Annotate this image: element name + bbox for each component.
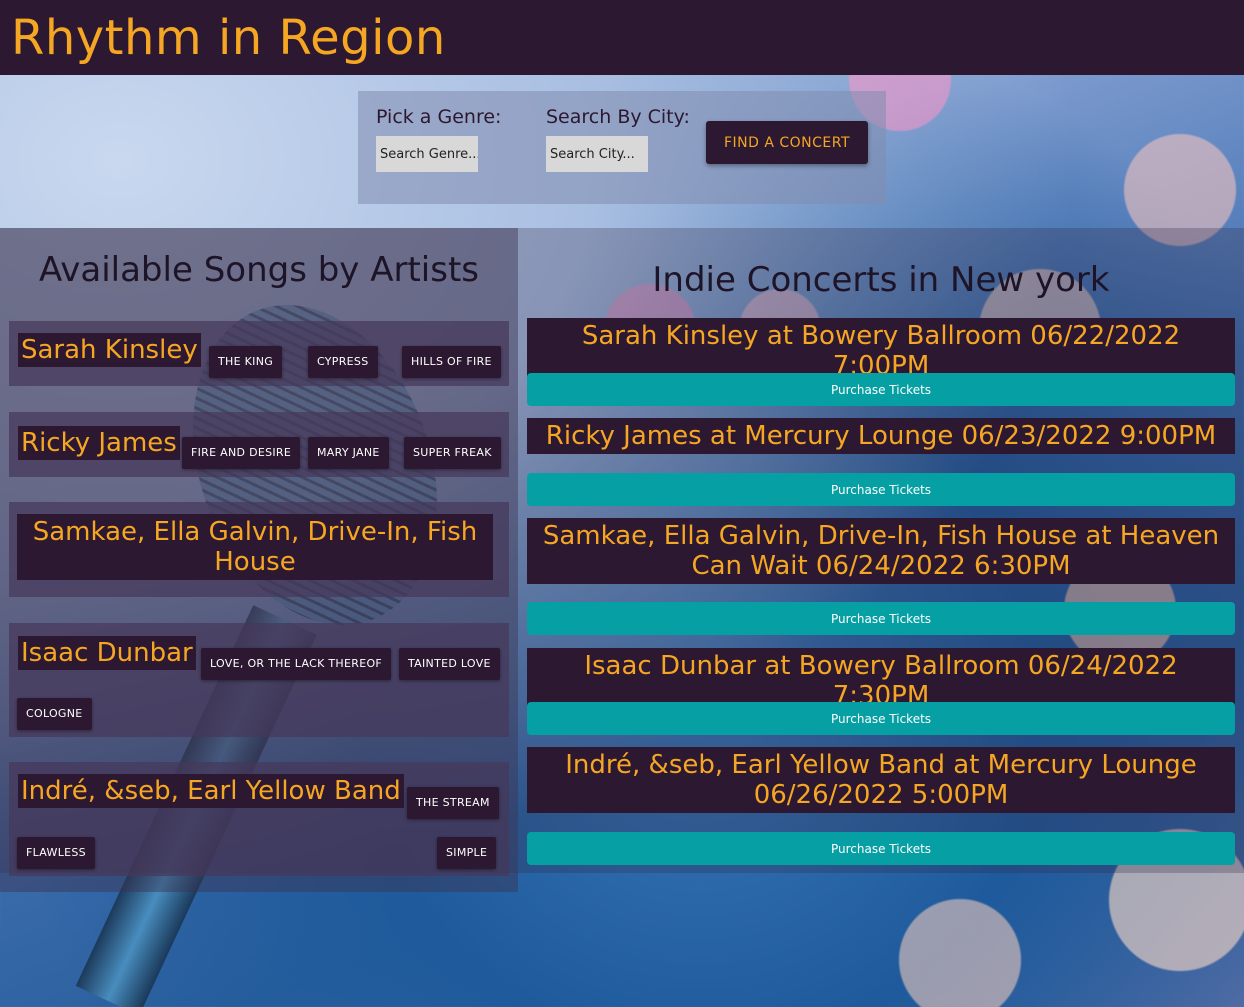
concert-title: Ricky James at Mercury Lounge 06/23/2022… [527,418,1235,454]
purchase-tickets-button[interactable]: Purchase Tickets [527,602,1235,635]
genre-search-input[interactable] [376,136,478,172]
song-chip[interactable]: MARY JANE [308,437,389,469]
find-concert-button[interactable]: FIND A CONCERT [706,121,868,164]
purchase-tickets-button[interactable]: Purchase Tickets [527,832,1235,865]
search-panel: Pick a Genre: Search By City: FIND A CON… [358,91,886,204]
artist-card: Samkae, Ella Galvin, Drive-In, Fish Hous… [9,502,509,597]
song-chip[interactable]: SIMPLE [437,837,497,869]
song-chip[interactable]: HILLS OF FIRE [402,346,501,378]
artist-card: Ricky James FIRE AND DESIRE MARY JANE SU… [9,412,509,477]
song-chip[interactable]: COLOGNE [17,698,92,730]
song-chip[interactable]: CYPRESS [308,346,378,378]
concerts-section-title: Indie Concerts in New york [652,260,1110,300]
header-bar: Rhythm in Region [0,0,1244,75]
song-chip[interactable]: LOVE, OR THE LACK THEREOF [201,648,392,680]
song-chip[interactable]: FIRE AND DESIRE [182,437,301,469]
artist-name: Ricky James [18,426,180,460]
artist-card: Indré, &seb, Earl Yellow Band THE STREAM… [9,762,509,876]
city-label: Search By City: [546,106,690,128]
purchase-tickets-button[interactable]: Purchase Tickets [527,473,1235,506]
artist-name: Samkae, Ella Galvin, Drive-In, Fish Hous… [17,514,493,580]
song-chip[interactable]: TAINTED LOVE [399,648,500,680]
city-search-input[interactable] [546,136,648,172]
songs-section-title: Available Songs by Artists [38,250,480,290]
concert-title: Indré, &seb, Earl Yellow Band at Mercury… [527,747,1235,813]
song-chip[interactable]: THE KING [209,346,283,378]
artist-card: Sarah Kinsley THE KING CYPRESS HILLS OF … [9,321,509,386]
artist-name: Isaac Dunbar [18,636,196,670]
purchase-tickets-button[interactable]: Purchase Tickets [527,373,1235,406]
purchase-tickets-button[interactable]: Purchase Tickets [527,702,1235,735]
song-chip[interactable]: THE STREAM [407,787,499,819]
artist-name: Sarah Kinsley [18,333,201,367]
concert-title: Samkae, Ella Galvin, Drive-In, Fish Hous… [527,518,1235,584]
artist-name: Indré, &seb, Earl Yellow Band [18,774,404,808]
artist-card: Isaac Dunbar LOVE, OR THE LACK THEREOF T… [9,623,509,737]
genre-label: Pick a Genre: [376,106,502,128]
app-title: Rhythm in Region [11,10,446,66]
song-chip[interactable]: FLAWLESS [17,837,95,869]
song-chip[interactable]: SUPER FREAK [404,437,501,469]
